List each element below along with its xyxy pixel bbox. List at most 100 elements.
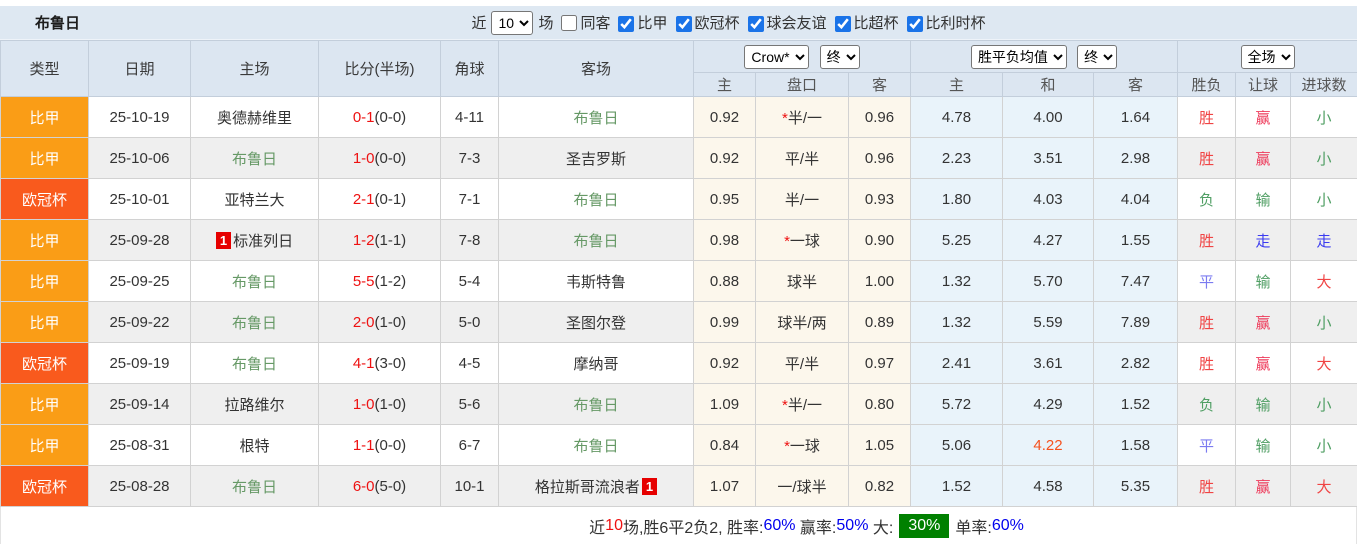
full-time-score: 0-1	[352, 108, 375, 126]
match-row: 比甲 25-10-19 奥德赫维里 0-1(0-0) 4-11 布鲁日 0.92 *半/一 0.…	[0, 96, 1357, 138]
team-name-link[interactable]: 布鲁日	[573, 397, 618, 414]
mean-group-header: 胜平负均值 终	[910, 40, 1179, 73]
team-name-link[interactable]: 布鲁日	[232, 356, 277, 373]
matches-label: 场	[538, 15, 554, 32]
page-title: 布鲁日	[35, 15, 81, 32]
corners-cell: 4-5	[440, 342, 499, 384]
mean-draw-cell: 5.59	[1002, 301, 1095, 343]
result-cell: 平	[1177, 424, 1237, 466]
odds-away-cell: 1.05	[847, 424, 912, 466]
team-name-link[interactable]: 布鲁日	[573, 438, 618, 455]
team-name-link[interactable]: 标准列日	[233, 233, 293, 250]
handicap-cell: 一/球半	[755, 465, 849, 507]
result-cell: 胜	[1177, 219, 1237, 261]
corners-cell: 5-6	[440, 383, 499, 425]
away-team-cell: 布鲁日	[498, 383, 694, 425]
same-opponent-checkbox[interactable]	[561, 14, 578, 31]
team-name-link[interactable]: 拉路维尔	[224, 397, 284, 414]
team-name-link[interactable]: 根特	[239, 438, 269, 455]
odds-home-cell: 0.88	[693, 260, 756, 302]
team-name-link[interactable]: 布鲁日	[573, 233, 618, 250]
mean-away-cell: 4.04	[1093, 178, 1179, 220]
red-card-badge: 1	[215, 231, 232, 249]
odds-home-cell: 1.07	[693, 465, 756, 507]
mean-home-cell: 5.06	[910, 424, 1004, 466]
score-cell: 5-5(1-2)	[318, 260, 441, 302]
col-header-type: 类型	[0, 40, 89, 97]
league-badge: 欧冠杯	[0, 342, 89, 384]
match-date: 25-09-28	[88, 219, 191, 261]
full-time-score: 5-5	[352, 272, 375, 290]
score-cell: 2-1(0-1)	[318, 178, 441, 220]
match-date: 25-10-01	[88, 178, 191, 220]
team-name-link[interactable]: 布鲁日	[232, 151, 277, 168]
team-name-link[interactable]: 格拉斯哥流浪者	[535, 479, 640, 496]
result-cell: 负	[1177, 178, 1237, 220]
odds-away-cell: 0.82	[847, 465, 912, 507]
mean-draw-cell: 4.03	[1002, 178, 1095, 220]
league-checkbox-3[interactable]	[834, 16, 851, 33]
league-checkbox-4[interactable]	[906, 16, 923, 33]
league-checkbox-0[interactable]	[618, 16, 635, 33]
team-name-link[interactable]: 亚特兰大	[224, 192, 284, 209]
half-time-score: (1-0)	[374, 395, 407, 413]
mean-home-cell: 5.72	[910, 383, 1004, 425]
corners-cell: 5-0	[440, 301, 499, 343]
match-row: 欧冠杯 25-10-01 亚特兰大 2-1(0-1) 7-1 布鲁日 0.95 半/一 0.93…	[0, 178, 1357, 220]
away-team-cell: 格拉斯哥流浪者 1	[498, 465, 694, 507]
goals-result-cell: 小	[1290, 383, 1357, 425]
league-checkbox-1[interactable]	[675, 16, 692, 33]
team-name-link[interactable]: 布鲁日	[232, 315, 277, 332]
odds-group-header: Crow* 终	[692, 40, 912, 73]
handicap-result-cell: 输	[1235, 383, 1292, 425]
handicap-cell: *一球	[755, 424, 849, 466]
team-name-link[interactable]: 圣吉罗斯	[566, 151, 626, 168]
sub-header-odds-away: 客	[847, 72, 912, 97]
mean-draw-cell: 4.27	[1002, 219, 1095, 261]
match-date: 25-09-22	[88, 301, 191, 343]
league-checkbox-label: 比利时杯	[925, 15, 986, 32]
home-team-cell: 布鲁日	[190, 137, 319, 179]
half-time-score: (0-1)	[374, 190, 407, 208]
team-name-link[interactable]: 布鲁日	[573, 192, 618, 209]
handicap-result-cell: 赢	[1235, 96, 1292, 138]
mean-time-select[interactable]: 终	[1077, 44, 1118, 69]
team-name-link[interactable]: 摩纳哥	[573, 356, 618, 373]
team-name-link[interactable]: 布鲁日	[232, 274, 277, 291]
league-checkbox-2[interactable]	[747, 16, 764, 33]
match-row: 比甲 25-10-06 布鲁日 1-0(0-0) 7-3 圣吉罗斯 0.92 平/半 0.96 2…	[0, 137, 1357, 179]
team-name-link[interactable]: 布鲁日	[573, 110, 618, 127]
mean-away-cell: 5.35	[1093, 465, 1179, 507]
mean-draw-cell: 4.00	[1002, 96, 1095, 138]
mean-type-select[interactable]: 胜平负均值	[970, 44, 1067, 69]
home-team-cell: 亚特兰大	[190, 178, 319, 220]
home-team-cell: 布鲁日	[190, 301, 319, 343]
match-count-select[interactable]: 10	[491, 10, 534, 35]
scope-group-header: 全场	[1177, 40, 1357, 73]
goals-result-cell: 走	[1290, 219, 1357, 261]
match-date: 25-09-14	[88, 383, 191, 425]
scope-select[interactable]: 全场	[1240, 44, 1295, 69]
match-row: 比甲 25-09-14 拉路维尔 1-0(1-0) 5-6 布鲁日 1.09 *半/一 0.80…	[0, 383, 1357, 425]
corners-cell: 5-4	[440, 260, 499, 302]
odds-company-select[interactable]: Crow*	[744, 44, 810, 69]
team-name-link[interactable]: 奥德赫维里	[217, 110, 292, 127]
half-time-score: (0-0)	[374, 436, 407, 454]
result-cell: 胜	[1177, 96, 1237, 138]
handicap-star: *	[784, 437, 790, 455]
away-team-cell: 韦斯特鲁	[498, 260, 694, 302]
corners-cell: 6-7	[440, 424, 499, 466]
league-badge: 比甲	[0, 383, 89, 425]
col-header-away: 客场	[498, 40, 694, 97]
handicap-cell: *半/一	[755, 383, 849, 425]
handicap-star: *	[781, 396, 788, 414]
away-team-cell: 布鲁日	[498, 178, 694, 220]
result-cell: 胜	[1177, 342, 1237, 384]
team-name-link[interactable]: 圣图尔登	[566, 315, 626, 332]
corners-cell: 4-11	[440, 96, 499, 138]
team-name-link[interactable]: 布鲁日	[232, 479, 277, 496]
home-team-cell: 根特	[190, 424, 319, 466]
home-team-cell: 布鲁日	[190, 342, 319, 384]
team-name-link[interactable]: 韦斯特鲁	[566, 274, 626, 291]
odds-time-select[interactable]: 终	[819, 44, 860, 69]
